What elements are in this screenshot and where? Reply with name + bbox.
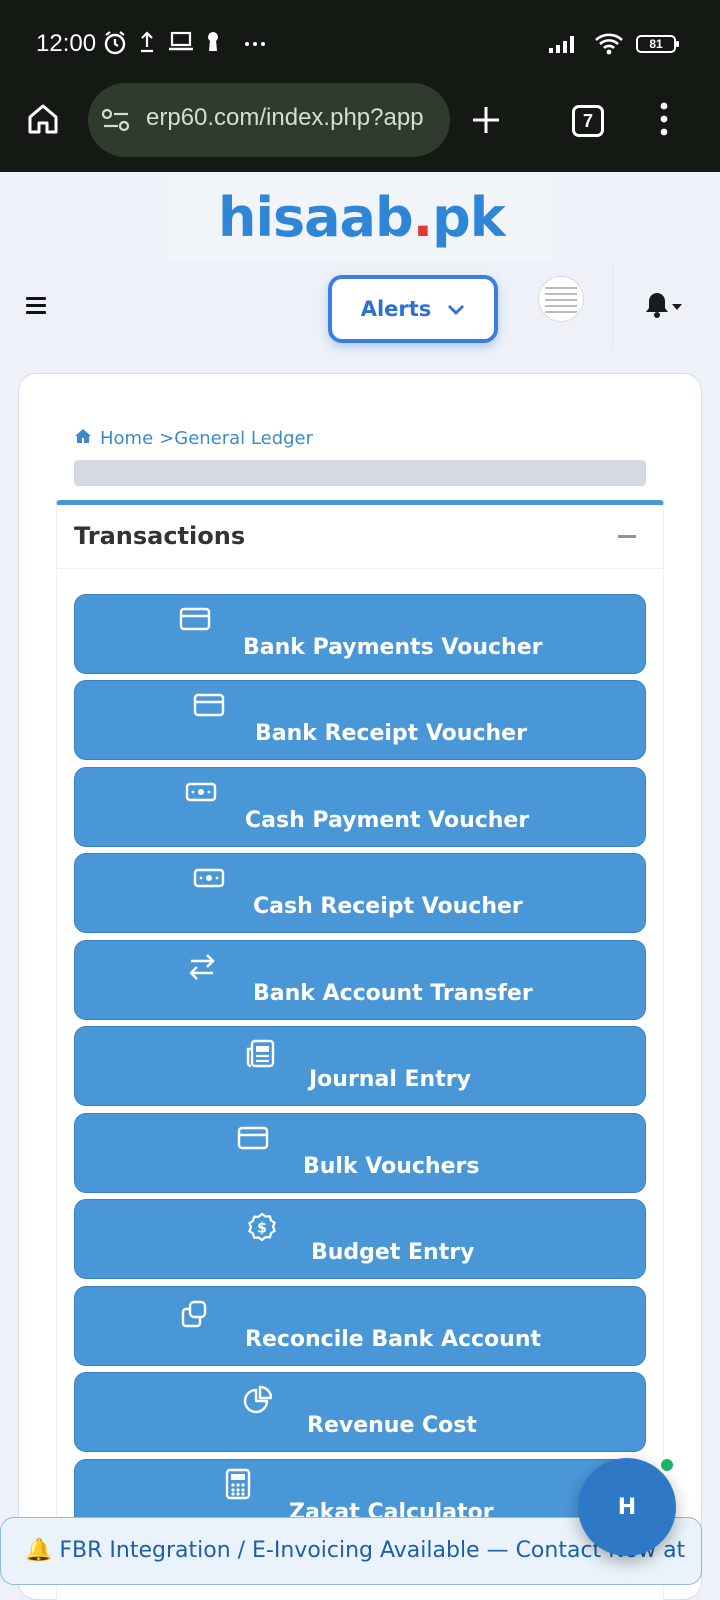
button-label: Cash Receipt Voucher — [253, 894, 523, 919]
alerts-dropdown-button[interactable]: Alerts — [328, 275, 498, 343]
credit-card-icon — [237, 1126, 269, 1156]
bank-receipt-voucher-button[interactable]: Bank Receipt Voucher — [74, 680, 646, 760]
cash-payment-voucher-button[interactable]: Cash Payment Voucher — [74, 767, 646, 847]
status-bar: 12:00 81 — [0, 0, 720, 88]
credit-card-icon — [179, 607, 211, 637]
breadcrumb: Home >General Ledger — [74, 428, 313, 449]
cash-receipt-voucher-button[interactable]: Cash Receipt Voucher — [74, 853, 646, 933]
hamburger-menu-icon[interactable] — [26, 297, 46, 318]
upload-icon — [140, 30, 154, 58]
keyhole-icon — [206, 30, 220, 58]
logo-tld: pk — [432, 186, 506, 249]
breadcrumb-home-link[interactable]: Home — [100, 428, 153, 449]
button-label: Revenue Cost — [307, 1413, 477, 1438]
copy-icon — [179, 1299, 209, 1335]
panel-title: Transactions — [74, 522, 246, 550]
laptop-icon — [168, 30, 194, 56]
logo-dot: . — [412, 186, 433, 249]
status-time: 12:00 — [36, 30, 97, 57]
header-divider — [612, 262, 613, 350]
wifi-icon — [594, 32, 624, 60]
bulk-vouchers-button[interactable]: Bulk Vouchers — [74, 1113, 646, 1193]
avatar[interactable] — [538, 276, 584, 322]
new-tab-icon[interactable] — [470, 104, 502, 140]
logo-main: hisaab — [218, 186, 414, 249]
online-status-dot — [658, 1456, 676, 1474]
chat-initial: H — [617, 1494, 637, 1520]
button-label: Bank Payments Voucher — [243, 635, 543, 660]
signal-icon — [548, 34, 578, 58]
notification-bell-icon[interactable] — [644, 290, 684, 324]
cash-icon — [193, 866, 225, 896]
budget-entry-button[interactable]: $ Budget Entry — [74, 1199, 646, 1279]
pie-chart-icon — [243, 1385, 273, 1421]
button-label: Cash Payment Voucher — [245, 808, 530, 833]
credit-card-icon — [193, 693, 225, 723]
alarm-icon — [103, 30, 127, 60]
button-label: Reconcile Bank Account — [245, 1327, 542, 1352]
chevron-down-icon — [447, 297, 465, 321]
transfer-arrows-icon — [187, 953, 217, 987]
chat-avatar-button[interactable]: H — [578, 1458, 676, 1556]
bank-payments-voucher-button[interactable]: Bank Payments Voucher — [74, 594, 646, 674]
banner-text: 🔔 FBR Integration / E-Invoicing Availabl… — [25, 1538, 686, 1563]
panel-header-divider — [57, 568, 663, 569]
more-dots-icon — [244, 34, 266, 53]
home-icon[interactable] — [26, 102, 60, 140]
journal-entry-button[interactable]: Journal Entry — [74, 1026, 646, 1106]
calculator-icon — [225, 1468, 251, 1506]
loading-placeholder-bar — [74, 460, 646, 486]
tabs-icon[interactable]: 7 — [572, 105, 604, 137]
button-label: Bank Account Transfer — [253, 981, 533, 1006]
button-label: Bulk Vouchers — [303, 1154, 480, 1179]
bank-account-transfer-button[interactable]: Bank Account Transfer — [74, 940, 646, 1020]
button-label: Bank Receipt Voucher — [255, 721, 527, 746]
breadcrumb-separator: > — [159, 428, 175, 449]
url-text[interactable]: erp60.com/index.php?app — [146, 104, 434, 132]
collapse-minus-icon[interactable] — [618, 535, 636, 538]
revenue-cost-button[interactable]: Revenue Cost — [74, 1372, 646, 1452]
overflow-menu-icon[interactable] — [660, 102, 668, 140]
cash-icon — [185, 780, 217, 810]
newspaper-icon — [245, 1039, 275, 1075]
svg-text:$: $ — [257, 1221, 267, 1237]
site-settings-icon[interactable] — [101, 108, 130, 136]
home-icon[interactable] — [74, 428, 92, 449]
dollar-badge-icon: $ — [247, 1212, 277, 1248]
battery-icon: 81 — [636, 35, 679, 53]
reconcile-bank-account-button[interactable]: Reconcile Bank Account — [74, 1286, 646, 1366]
breadcrumb-current[interactable]: General Ledger — [174, 428, 313, 449]
alerts-label: Alerts — [360, 297, 432, 321]
button-label: Journal Entry — [309, 1067, 471, 1092]
brand-logo[interactable]: hisaab.pk — [218, 186, 506, 249]
button-label: Budget Entry — [311, 1240, 475, 1265]
